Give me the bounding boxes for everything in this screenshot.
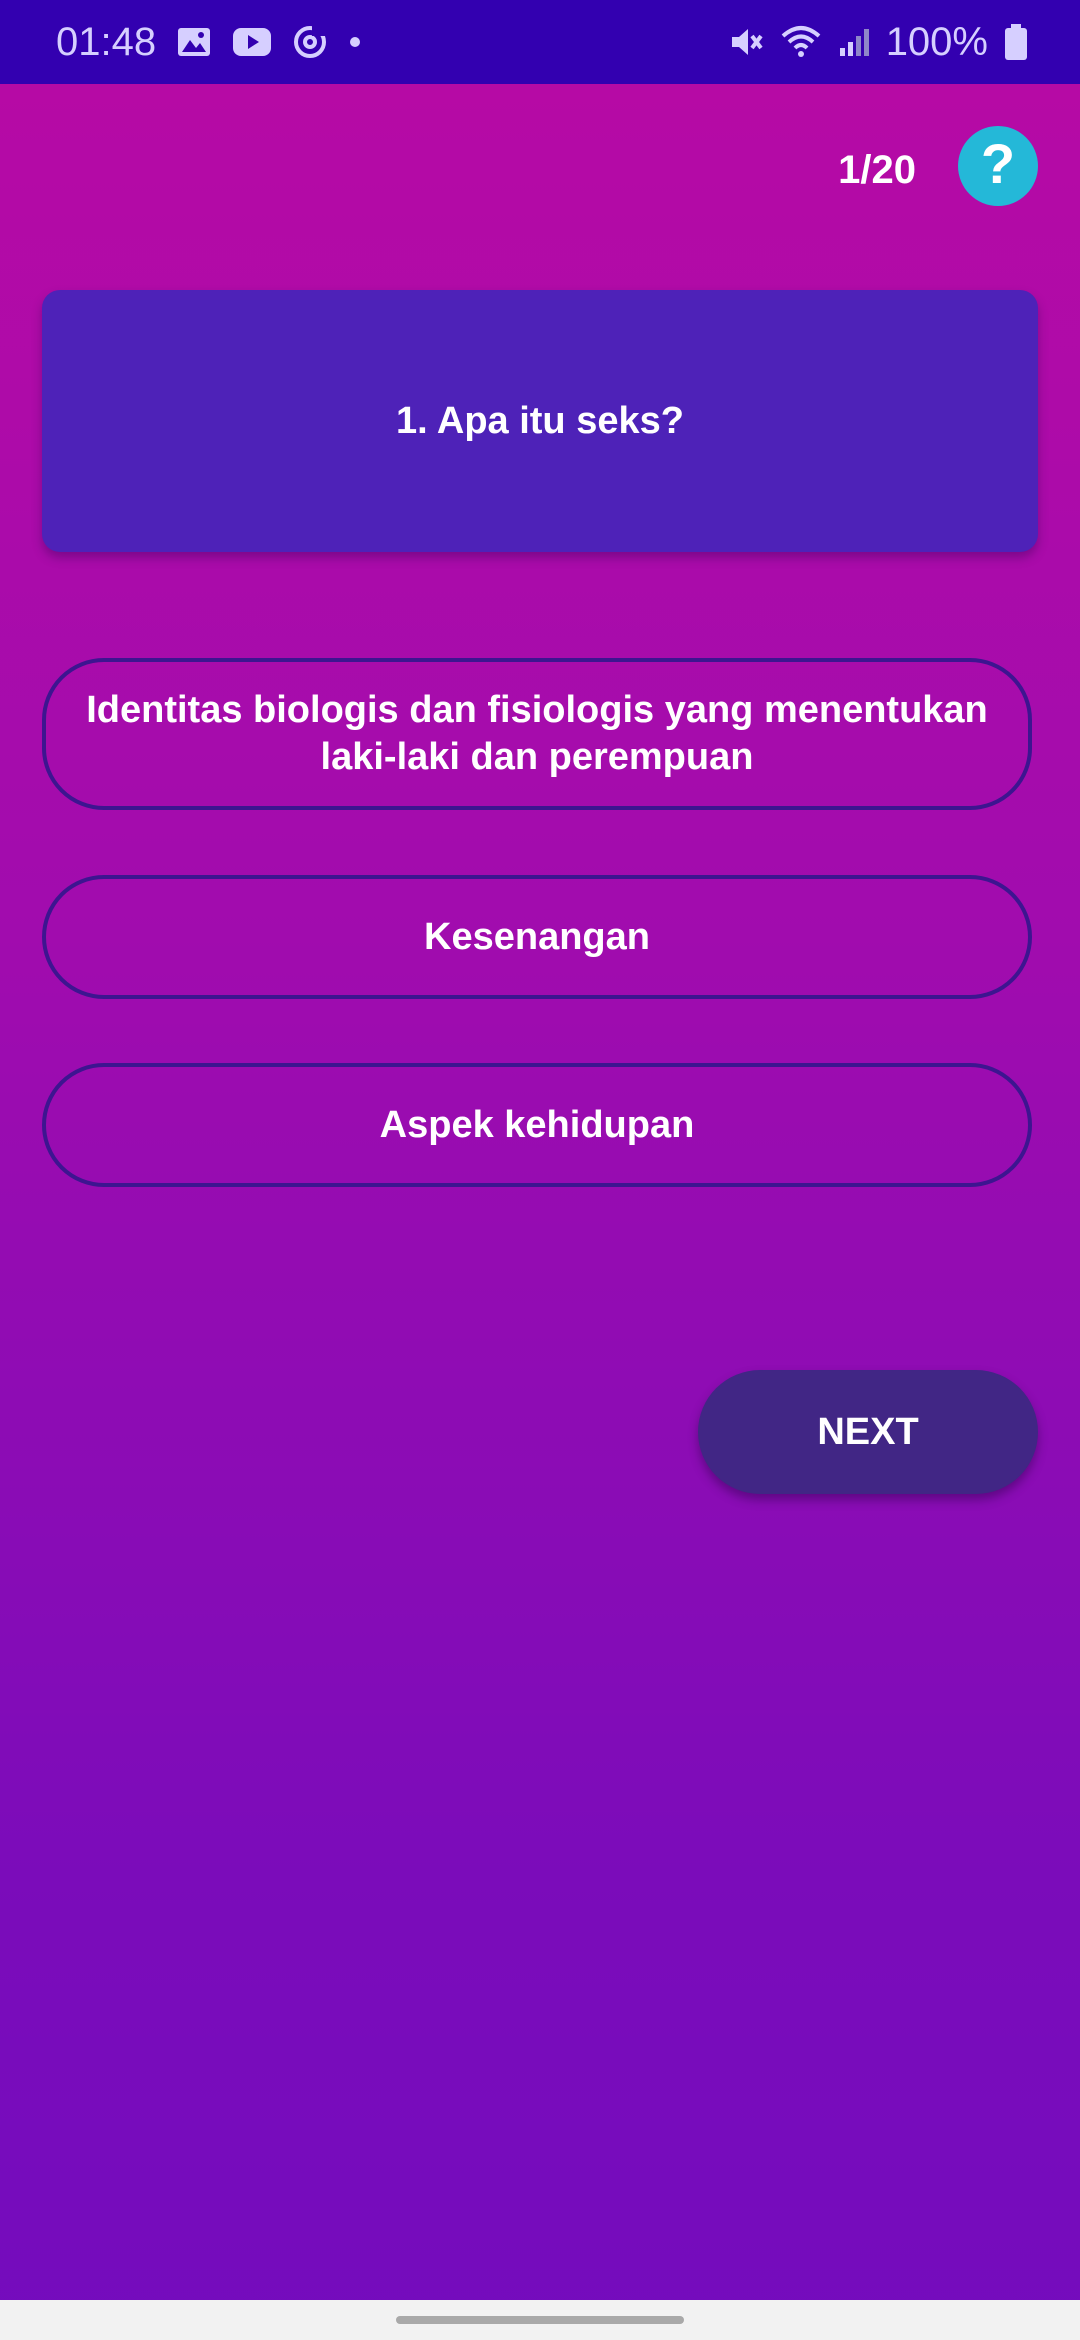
home-indicator[interactable] bbox=[396, 2316, 684, 2324]
status-bar-right: 100% bbox=[728, 0, 1028, 84]
answer-option-label: Identitas biologis dan fisiologis yang m… bbox=[86, 689, 988, 778]
youtube-icon bbox=[232, 27, 272, 57]
answer-option-label: Kesenangan bbox=[424, 915, 650, 958]
at-sign-icon bbox=[292, 24, 328, 60]
next-button-label: NEXT bbox=[817, 1410, 919, 1453]
image-icon bbox=[176, 26, 212, 58]
next-button[interactable]: NEXT bbox=[698, 1370, 1038, 1494]
status-bar: 01:48 100% bbox=[0, 0, 1080, 84]
question-card: 1. Apa itu seks? bbox=[42, 290, 1038, 552]
wifi-icon bbox=[780, 24, 822, 60]
answer-option-label: Aspek kehidupan bbox=[379, 1103, 695, 1146]
status-bar-left: 01:48 bbox=[56, 0, 362, 84]
answer-option-2[interactable]: Kesenangan bbox=[42, 875, 1032, 999]
help-button[interactable]: ? bbox=[958, 126, 1038, 206]
answer-option-1[interactable]: Identitas biologis dan fisiologis yang m… bbox=[42, 658, 1032, 810]
question-text: 1. Apa itu seks? bbox=[396, 399, 684, 442]
question-mark-icon: ? bbox=[981, 132, 1015, 195]
answer-option-3[interactable]: Aspek kehidupan bbox=[42, 1063, 1032, 1187]
dot-icon bbox=[348, 35, 362, 49]
battery-icon bbox=[1004, 23, 1028, 61]
question-progress: 1/20 bbox=[838, 147, 916, 192]
quiz-screen: 01:48 100% 1/20 ? 1. Apa itu seks? Ident… bbox=[0, 0, 1080, 2340]
navigation-bar bbox=[0, 2300, 1080, 2340]
mute-icon bbox=[728, 24, 764, 60]
signal-icon bbox=[838, 26, 870, 58]
status-time: 01:48 bbox=[56, 19, 157, 64]
battery-percent: 100% bbox=[885, 19, 988, 64]
help-label: ? bbox=[981, 132, 1015, 195]
